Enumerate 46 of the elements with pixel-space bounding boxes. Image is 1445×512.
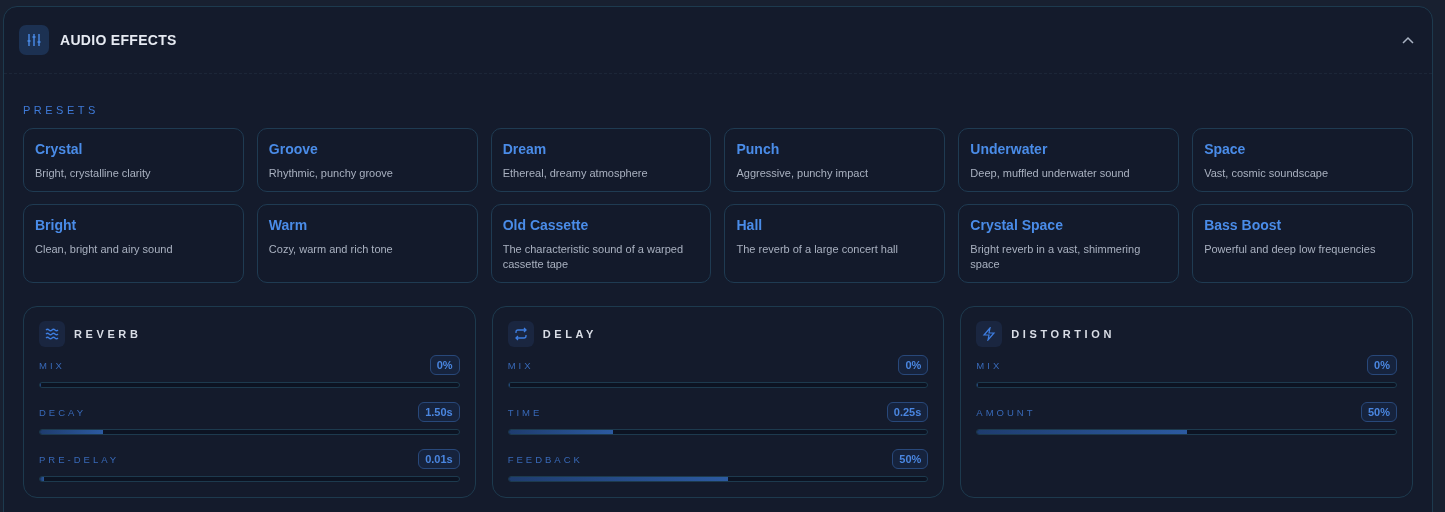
parameter-label: TIME <box>507 406 543 418</box>
slider-track[interactable] <box>39 382 460 388</box>
preset-card[interactable]: Groove Rhythmic, punchy groove <box>256 128 478 192</box>
preset-card[interactable]: Hall The reverb of a large concert hall <box>724 204 946 283</box>
slider-track[interactable] <box>39 429 460 435</box>
parameter-label: AMOUNT <box>976 406 1036 418</box>
slider-track[interactable] <box>39 476 460 482</box>
slider-track[interactable] <box>976 429 1397 435</box>
parameter-label: MIX <box>39 359 65 371</box>
parameter-label: MIX <box>976 359 1003 371</box>
value-badge: 0.25s <box>886 402 929 422</box>
section-heading: PRESETS <box>23 104 100 116</box>
preset-card[interactable]: Old Cassette The characteristic sound of a warped cassette tape <box>490 204 712 283</box>
sliders-icon <box>19 25 49 55</box>
panel-title: AUDIO EFFECTS <box>60 32 178 48</box>
value-badge: 1.50s <box>418 402 460 422</box>
slider-track[interactable] <box>507 476 929 482</box>
preset-card[interactable]: Dream Ethereal, dreamy atmosphere <box>490 128 712 192</box>
preset-card[interactable]: Bass Boost Powerful and deep low frequencies <box>1192 204 1413 283</box>
lightning-icon <box>982 327 997 341</box>
preset-card[interactable]: Crystal Space Bright reverb in a vast, shimmering space <box>958 204 1180 283</box>
slider-track[interactable] <box>507 429 929 435</box>
preset-card[interactable]: Warm Cozy, warm and rich tone <box>256 204 478 283</box>
value-badge: 50% <box>892 449 929 469</box>
parameter-label: FEEDBACK <box>507 453 583 465</box>
value-badge: 50% <box>1360 402 1397 422</box>
effect-title: DELAY <box>542 328 597 340</box>
collapse-button[interactable] <box>1400 34 1416 46</box>
parameter-label: PRE-DELAY <box>39 453 120 465</box>
preset-card[interactable]: Punch Aggressive, punchy impact <box>724 128 946 192</box>
preset-card[interactable]: Space Vast, cosmic soundscape <box>1192 128 1413 192</box>
slider-track[interactable] <box>976 382 1397 388</box>
preset-card[interactable]: Bright Clean, bright and airy sound <box>23 204 244 283</box>
effect-title: DISTORTION <box>1011 328 1115 340</box>
repeat-icon <box>513 327 528 341</box>
waves-icon <box>45 328 59 340</box>
parameter-label: MIX <box>507 359 534 371</box>
value-badge: 0% <box>898 355 929 375</box>
preset-card[interactable]: Crystal Bright, crystalline clarity <box>23 128 244 192</box>
value-badge: 0% <box>1367 355 1397 375</box>
value-badge: 0.01s <box>418 449 460 469</box>
preset-card[interactable]: Underwater Deep, muffled underwater sound <box>958 128 1180 192</box>
parameter-label: DECAY <box>39 406 87 418</box>
slider-track[interactable] <box>507 382 929 388</box>
value-badge: 0% <box>429 355 460 375</box>
effect-title: REVERB <box>74 328 142 340</box>
